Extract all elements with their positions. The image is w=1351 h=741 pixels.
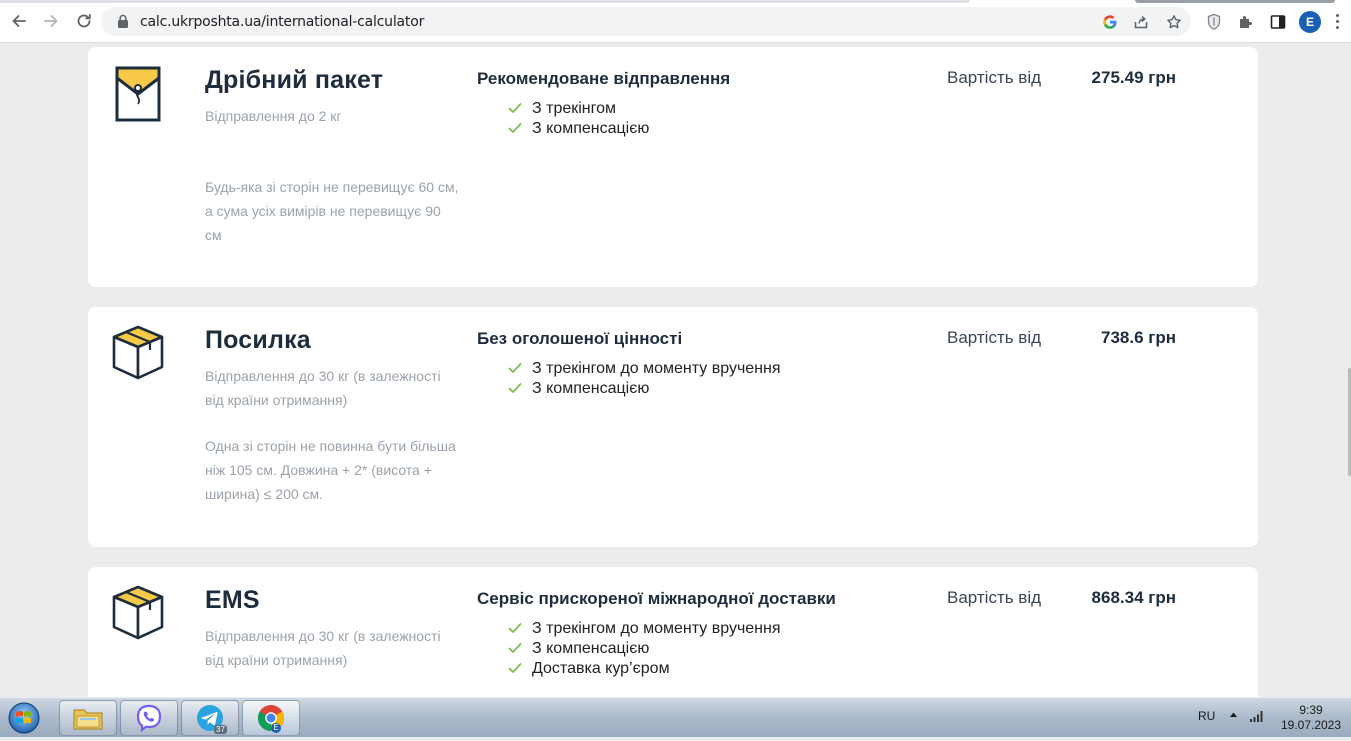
shipment-card-ems[interactable]: EMS Відправлення до 30 кг (в залежності … xyxy=(88,567,1258,697)
feature-list: З трекінгом до моменту вручення З компен… xyxy=(508,359,781,399)
browser-toolbar: calc.ukrposhta.ua/international-calculat… xyxy=(0,0,1351,43)
telegram-unread-badge: 37 xyxy=(214,725,227,734)
feature-item: З трекінгом xyxy=(508,99,649,119)
taskbar-telegram[interactable]: 37 xyxy=(181,700,239,736)
arrow-right-icon xyxy=(44,15,58,27)
price-value: 275.49 грн xyxy=(1091,68,1176,87)
extensions-puzzle-icon[interactable] xyxy=(1236,12,1256,32)
start-button[interactable] xyxy=(3,700,45,736)
tab-strip xyxy=(0,0,1351,4)
feature-item: З компенсацією xyxy=(508,119,649,139)
price-label: Вартість від xyxy=(947,588,1042,607)
share-icon[interactable] xyxy=(1132,13,1150,31)
taskbar-viber[interactable] xyxy=(120,700,178,736)
bookmark-star-icon[interactable] xyxy=(1165,13,1183,31)
reload-icon xyxy=(77,13,91,28)
card-weight-limit: Відправлення до 2 кг xyxy=(205,108,342,124)
box-icon xyxy=(112,325,164,380)
back-button[interactable] xyxy=(6,8,32,34)
address-bar[interactable]: calc.ukrposhta.ua/international-calculat… xyxy=(101,7,1191,36)
reload-button[interactable] xyxy=(71,8,97,34)
clock-date: 19.07.2023 xyxy=(1280,718,1342,732)
feature-item: З компенсацією xyxy=(508,379,781,399)
card-weight-limit: Відправлення до 30 кг (в залежності від … xyxy=(205,368,441,408)
windows-taskbar: 37 E RU 9:39 19.07.2023 xyxy=(0,697,1351,737)
show-hidden-icons-icon[interactable] xyxy=(1229,711,1238,718)
check-icon xyxy=(508,363,522,373)
more-menu-icon[interactable] xyxy=(1334,12,1340,32)
side-panel-icon[interactable] xyxy=(1268,12,1288,32)
check-icon xyxy=(508,383,522,393)
feature-item: З трекінгом до моменту вручення xyxy=(508,359,781,379)
chrome-profile-badge: E xyxy=(271,723,281,733)
page-content: Дрібний пакет Відправлення до 2 кг Будь-… xyxy=(0,43,1351,697)
system-clock[interactable]: 9:39 19.07.2023 xyxy=(1276,703,1346,733)
feature-list: З трекінгом З компенсацією xyxy=(508,99,649,139)
check-icon xyxy=(508,103,522,113)
check-icon xyxy=(508,623,522,633)
google-lens-icon[interactable] xyxy=(1101,13,1119,31)
feature-list: З трекінгом до моменту вручення З компен… xyxy=(508,619,781,679)
envelope-icon xyxy=(115,66,161,122)
box-icon xyxy=(112,585,164,640)
arrow-left-icon xyxy=(12,15,26,27)
card-title: Посилка xyxy=(205,326,311,354)
taskbar-chrome[interactable]: E xyxy=(242,700,300,736)
check-icon xyxy=(508,663,522,673)
folder-icon xyxy=(73,709,103,730)
card-dimensions-note: Одна зі сторін не повинна бути більша ні… xyxy=(205,438,456,502)
url-text[interactable]: calc.ukrposhta.ua/international-calculat… xyxy=(140,14,424,30)
price-label: Вартість від xyxy=(947,68,1042,87)
check-icon xyxy=(508,643,522,653)
card-title: Дрібний пакет xyxy=(205,66,384,94)
price-value: 868.34 грн xyxy=(1091,588,1176,607)
taskbar-explorer[interactable] xyxy=(59,700,117,736)
lock-icon[interactable] xyxy=(117,14,129,29)
price-value: 738.6 грн xyxy=(1101,328,1176,347)
windows-logo-icon xyxy=(8,702,40,734)
network-signal-icon[interactable] xyxy=(1249,709,1265,723)
card-dimensions-note: Будь-яка зі сторін не перевищує 60 см, а… xyxy=(205,179,459,243)
clock-time: 9:39 xyxy=(1299,703,1323,717)
shipment-card-small-packet[interactable]: Дрібний пакет Відправлення до 2 кг Будь-… xyxy=(88,47,1258,287)
forward-button[interactable] xyxy=(38,8,64,34)
feature-item: З компенсацією xyxy=(508,639,781,659)
card-title: EMS xyxy=(205,586,260,614)
service-title: Рекомендоване відправлення xyxy=(477,69,731,88)
language-indicator[interactable]: RU xyxy=(1198,709,1215,723)
feature-item: Доставка кур’єром xyxy=(508,659,781,679)
feature-item: З трекінгом до моменту вручення xyxy=(508,619,781,639)
page-scrollbar[interactable] xyxy=(1343,43,1351,697)
price-label: Вартість від xyxy=(947,328,1042,347)
viber-icon xyxy=(136,704,162,733)
card-weight-limit: Відправлення до 30 кг (в залежності від … xyxy=(205,628,441,668)
shipment-card-parcel[interactable]: Посилка Відправлення до 30 кг (в залежно… xyxy=(88,307,1258,547)
check-icon xyxy=(508,123,522,133)
shield-extension-icon[interactable] xyxy=(1204,12,1224,32)
service-title: Сервіс прискореної міжнародної доставки xyxy=(477,589,836,608)
service-title: Без оголошеної цінності xyxy=(477,329,683,348)
profile-avatar[interactable]: E xyxy=(1299,11,1321,33)
